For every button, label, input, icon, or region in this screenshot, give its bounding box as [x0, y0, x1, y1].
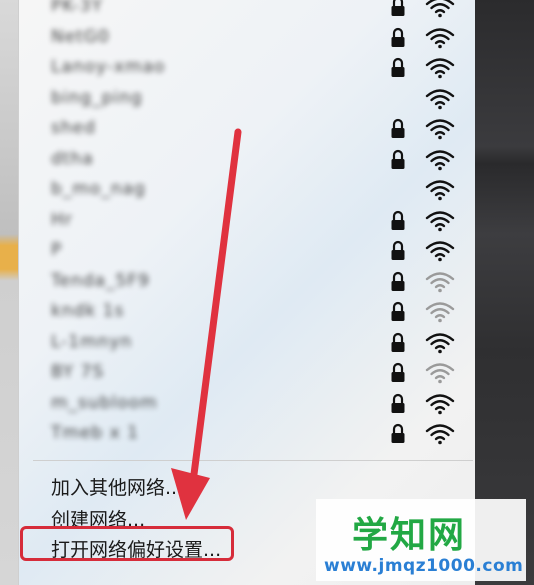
- lock-icon: [391, 149, 405, 169]
- lock-icon: [391, 240, 405, 260]
- network-row[interactable]: L-1mnyn: [19, 328, 475, 359]
- network-row[interactable]: kndk 1s: [19, 297, 475, 328]
- network-row[interactable]: bing_ping: [19, 84, 475, 115]
- network-name: kndk 1s: [51, 301, 125, 321]
- network-name: b_mo_nag: [51, 179, 146, 199]
- network-name: Lanoy-xmao: [51, 57, 166, 77]
- highlight-box: [20, 526, 234, 561]
- wifi-signal-icon: [425, 210, 455, 231]
- lock-icon: [391, 271, 405, 291]
- network-name: P: [51, 240, 63, 260]
- lock-icon: [391, 0, 405, 16]
- network-name: shed: [51, 118, 96, 138]
- wifi-signal-icon: [425, 119, 455, 140]
- network-name: L-1mnyn: [51, 331, 133, 352]
- wifi-signal-icon: [425, 180, 455, 201]
- wifi-signal-icon: [425, 27, 455, 48]
- wifi-signal-icon: [425, 363, 455, 384]
- network-name: BY 7S: [51, 362, 105, 382]
- network-row[interactable]: Tmeb x 1: [19, 419, 475, 450]
- network-name: bing_ping: [51, 87, 143, 108]
- network-name: Hr: [51, 209, 73, 230]
- wifi-menu: PK-3Y NetG0 Lanoy-xmao bing_pingshed dtha b_m…: [18, 0, 475, 585]
- lock-icon: [391, 332, 405, 352]
- lock-icon: [391, 423, 405, 443]
- lock-icon: [391, 393, 405, 413]
- lock-icon: [391, 210, 405, 230]
- join-other-network-item[interactable]: 加入其他网络...: [51, 473, 183, 500]
- network-name: NetG0: [51, 26, 110, 47]
- network-row[interactable]: PK-3Y: [19, 0, 475, 23]
- wifi-signal-icon: [425, 271, 455, 292]
- wifi-signal-icon: [425, 88, 455, 109]
- network-name: m_subloom: [51, 392, 158, 413]
- network-name: Tenda_5F9: [51, 270, 150, 291]
- network-row[interactable]: Tenda_5F9: [19, 267, 475, 298]
- network-row[interactable]: P: [19, 236, 475, 267]
- network-row[interactable]: b_mo_nag: [19, 175, 475, 206]
- wifi-signal-icon: [425, 424, 455, 445]
- lock-icon: [391, 27, 405, 47]
- wifi-signal-icon: [425, 332, 455, 353]
- network-row[interactable]: Hr: [19, 206, 475, 237]
- wifi-signal-icon: [425, 241, 455, 262]
- lock-icon: [391, 57, 405, 77]
- lock-icon: [391, 301, 405, 321]
- wifi-signal-icon: [425, 58, 455, 79]
- lock-icon: [391, 118, 405, 138]
- watermark-logo: 学知网: [352, 515, 467, 556]
- network-row[interactable]: shed: [19, 114, 475, 145]
- network-name: Tmeb x 1: [51, 423, 139, 443]
- network-name: dtha: [51, 148, 94, 169]
- lock-icon: [391, 362, 405, 382]
- background-window-right: [474, 0, 534, 585]
- wifi-signal-icon: [425, 302, 455, 323]
- network-name: PK-3Y: [51, 0, 103, 16]
- wifi-signal-icon: [425, 0, 455, 18]
- network-row[interactable]: dtha: [19, 145, 475, 176]
- network-row[interactable]: Lanoy-xmao: [19, 53, 475, 84]
- wifi-signal-icon: [425, 393, 455, 414]
- network-row[interactable]: BY 7S: [19, 358, 475, 389]
- network-row[interactable]: NetG0: [19, 23, 475, 54]
- menu-separator: [33, 460, 473, 461]
- network-row[interactable]: m_subloom: [19, 389, 475, 420]
- wifi-signal-icon: [425, 149, 455, 170]
- watermark-url: www.jmqz1000.com: [324, 556, 524, 576]
